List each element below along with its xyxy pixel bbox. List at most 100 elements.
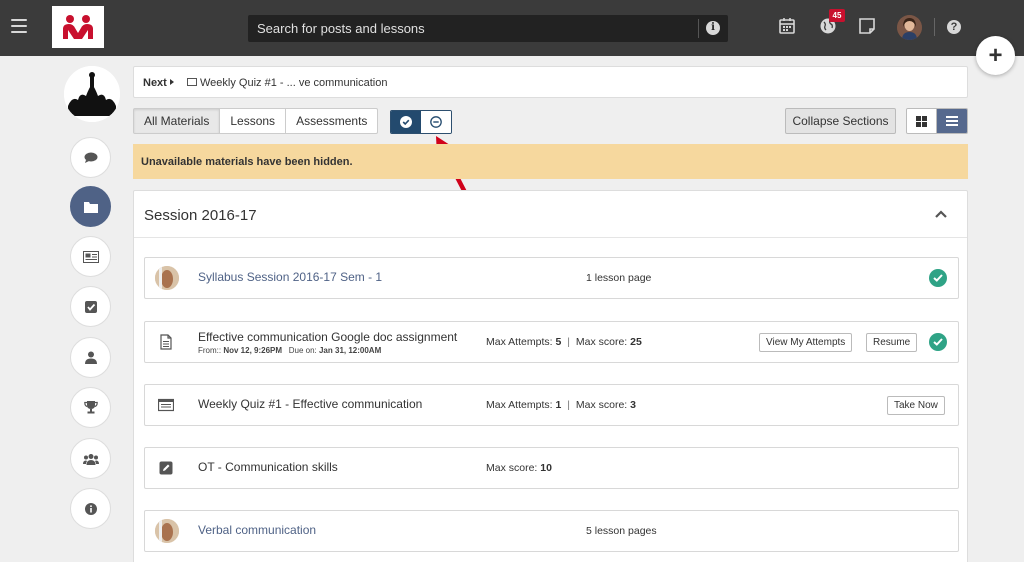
check-circle-icon bbox=[929, 333, 947, 351]
rail-badges[interactable] bbox=[70, 387, 111, 428]
document-icon bbox=[160, 334, 172, 350]
rail-discussions[interactable] bbox=[70, 137, 111, 178]
trophy-icon bbox=[83, 401, 98, 414]
item-title[interactable]: Weekly Quiz #1 - Effective communication bbox=[198, 397, 422, 411]
attempts-value: 5 bbox=[555, 336, 562, 348]
lesson-thumbnail-icon bbox=[155, 519, 179, 543]
session-title: Session 2016-17 bbox=[144, 207, 257, 224]
view-my-attempts-button[interactable]: View My Attempts bbox=[759, 333, 853, 352]
score-value: 25 bbox=[630, 336, 642, 348]
check-circle-icon bbox=[400, 116, 412, 128]
from-date: Nov 12, 9:26PM bbox=[223, 346, 283, 355]
logo-icon bbox=[63, 15, 93, 39]
next-item-link[interactable]: Weekly Quiz #1 - ... ve communication bbox=[200, 77, 387, 89]
attempts-value: 1 bbox=[555, 399, 562, 411]
group-icon bbox=[82, 453, 99, 465]
due-date: Jan 31, 12:00AM bbox=[318, 346, 382, 355]
resume-button[interactable]: Resume bbox=[866, 333, 918, 352]
list-item[interactable]: Effective communication Google doc assig… bbox=[144, 321, 959, 363]
grid-icon bbox=[916, 115, 927, 127]
score-label: Max score: bbox=[575, 399, 628, 411]
lesson-thumbnail bbox=[155, 519, 179, 543]
edit-icon bbox=[159, 461, 173, 475]
meta-separator: | bbox=[567, 399, 570, 411]
quiz-icon bbox=[158, 398, 174, 412]
note-icon[interactable] bbox=[858, 17, 876, 35]
collapse-sections-button[interactable]: Collapse Sections bbox=[785, 108, 896, 134]
session-section: Session 2016-17 Syllabus Session 2016-17… bbox=[133, 190, 968, 562]
info-icon[interactable]: i bbox=[706, 21, 720, 35]
meta-separator: | bbox=[567, 336, 570, 348]
score-value: 3 bbox=[630, 399, 636, 411]
list-item[interactable]: Verbal communication 5 lesson pages bbox=[144, 510, 959, 552]
item-title[interactable]: OT - Communication skills bbox=[198, 460, 338, 474]
score-label: Max score: bbox=[575, 336, 628, 348]
due-label: Due on: bbox=[288, 346, 317, 355]
app-logo[interactable] bbox=[52, 6, 104, 48]
session-divider bbox=[134, 237, 967, 238]
item-title[interactable]: Effective communication Google doc assig… bbox=[198, 330, 457, 344]
rail-info[interactable] bbox=[70, 488, 111, 529]
material-filter-tabs: All Materials Lessons Assessments bbox=[133, 108, 379, 134]
view-toggle bbox=[906, 108, 968, 134]
comment-icon bbox=[84, 152, 97, 163]
search-divider bbox=[698, 19, 699, 38]
notification-badge: 45 bbox=[829, 9, 845, 22]
show-available-button[interactable] bbox=[391, 111, 421, 133]
from-label: From:: bbox=[198, 346, 222, 355]
rail-groups[interactable] bbox=[70, 438, 111, 479]
hidden-materials-banner: Unavailable materials have been hidden. bbox=[133, 144, 968, 179]
item-meta: Max Attempts: 1 | Max score: 3 bbox=[486, 399, 636, 411]
check-circle-icon bbox=[929, 269, 947, 287]
info-circle-icon bbox=[84, 502, 97, 515]
help-icon[interactable]: ? bbox=[947, 20, 961, 34]
attempts-label: Max Attempts: bbox=[486, 399, 553, 411]
item-meta: Max score: 10 bbox=[486, 462, 552, 474]
attempts-label: Max Attempts: bbox=[486, 336, 553, 348]
list-icon bbox=[946, 116, 958, 126]
topbar-separator bbox=[934, 18, 935, 36]
score-value: 10 bbox=[540, 462, 552, 474]
menu-icon[interactable] bbox=[11, 19, 27, 33]
rail-grades[interactable] bbox=[70, 286, 111, 327]
top-bar: i 45 ? bbox=[0, 0, 1024, 56]
caret-right-icon bbox=[170, 79, 174, 85]
user-icon bbox=[84, 351, 97, 364]
item-info: 5 lesson pages bbox=[586, 525, 657, 537]
tab-all-materials[interactable]: All Materials bbox=[134, 109, 221, 133]
lesson-thumbnail bbox=[155, 266, 179, 290]
item-title[interactable]: Verbal communication bbox=[198, 523, 316, 537]
chevron-up-icon[interactable] bbox=[934, 209, 948, 219]
item-meta: Max Attempts: 5 | Max score: 25 bbox=[486, 336, 642, 348]
newspaper-icon bbox=[82, 250, 99, 263]
take-now-button[interactable]: Take Now bbox=[887, 396, 945, 415]
lesson-thumbnail-icon bbox=[155, 266, 179, 290]
item-info: 1 lesson page bbox=[586, 272, 652, 284]
score-label: Max score: bbox=[486, 462, 538, 474]
tab-assessments[interactable]: Assessments bbox=[286, 109, 377, 133]
user-photo-icon bbox=[897, 15, 922, 40]
breadcrumb: Next Weekly Quiz #1 - ... ve communicati… bbox=[133, 66, 968, 98]
search-input[interactable] bbox=[248, 15, 698, 42]
rail-materials[interactable] bbox=[70, 186, 111, 227]
list-view-button[interactable] bbox=[937, 109, 967, 133]
list-item[interactable]: OT - Communication skills Max score: 10 bbox=[144, 447, 959, 489]
course-logo-icon bbox=[64, 66, 120, 122]
quiz-icon bbox=[187, 78, 197, 86]
user-avatar[interactable] bbox=[897, 15, 922, 40]
minus-circle-icon bbox=[430, 116, 442, 128]
checkbox-icon bbox=[84, 300, 97, 313]
list-item[interactable]: Syllabus Session 2016-17 Sem - 1 1 lesso… bbox=[144, 257, 959, 299]
course-avatar[interactable] bbox=[64, 66, 120, 122]
add-button[interactable]: + bbox=[976, 36, 1015, 75]
item-dates: From:: Nov 12, 9:26PM Due on: Jan 31, 12… bbox=[198, 346, 381, 355]
grid-view-button[interactable] bbox=[907, 109, 938, 133]
search-bar: i bbox=[248, 15, 728, 42]
rail-members[interactable] bbox=[70, 337, 111, 378]
item-title[interactable]: Syllabus Session 2016-17 Sem - 1 bbox=[198, 270, 382, 284]
calendar-icon[interactable] bbox=[778, 17, 796, 35]
list-item[interactable]: Weekly Quiz #1 - Effective communication… bbox=[144, 384, 959, 426]
rail-updates[interactable] bbox=[70, 236, 111, 277]
next-link[interactable]: Next bbox=[143, 77, 167, 89]
tab-lessons[interactable]: Lessons bbox=[220, 109, 287, 133]
